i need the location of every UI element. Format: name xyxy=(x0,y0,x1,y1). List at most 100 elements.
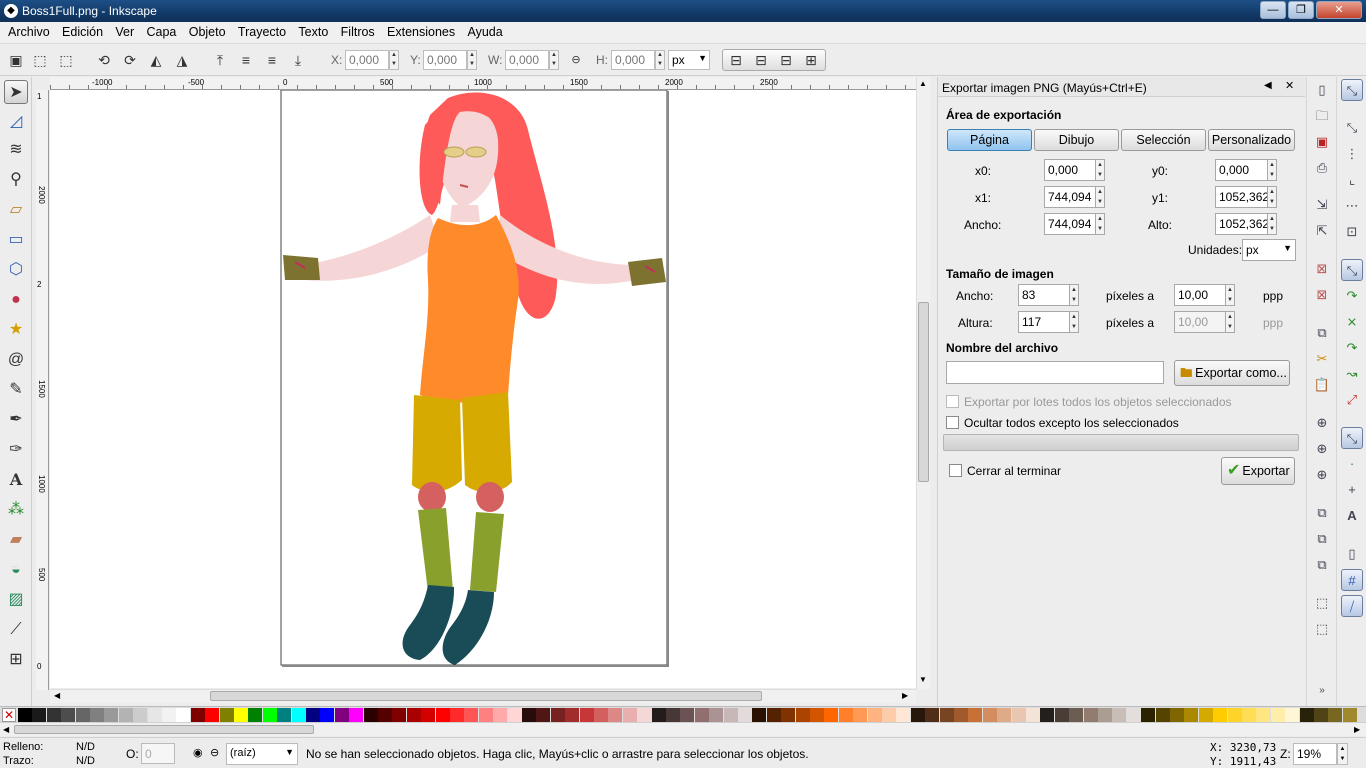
scroll-right-icon[interactable]: ▶ xyxy=(1354,725,1360,734)
menu-extensiones[interactable]: Extensiones xyxy=(387,22,455,39)
spiral-tool-icon[interactable]: @ xyxy=(4,348,28,372)
color-swatch[interactable] xyxy=(190,708,205,722)
rotate-cw-icon[interactable]: ⟳ xyxy=(120,50,140,70)
snap-text-baseline-icon[interactable]: A xyxy=(1341,505,1363,527)
color-swatch[interactable] xyxy=(968,708,983,722)
menu-edicion[interactable]: Edición xyxy=(62,22,103,39)
vertical-scrollbar[interactable]: ▲ ▼ xyxy=(916,77,930,689)
snap-rotation-center-icon[interactable]: + xyxy=(1341,479,1363,501)
area-width-input[interactable]: 744,094 xyxy=(1044,213,1096,235)
snap-bbox-corner-icon[interactable]: ⌞ xyxy=(1341,169,1363,191)
layer-lock-icon[interactable]: ⊖ xyxy=(210,746,219,759)
raise-icon[interactable]: ≡ xyxy=(236,50,256,70)
scale-stroke-icon[interactable]: ⊟ xyxy=(726,50,746,70)
select-all-layers-icon[interactable]: ⬚ xyxy=(30,50,50,70)
color-swatch[interactable] xyxy=(939,708,954,722)
export-button[interactable]: ✔ Exportar xyxy=(1221,457,1295,485)
save-icon[interactable]: ▣ xyxy=(1311,131,1333,153)
y0-input[interactable]: 0,000 xyxy=(1215,159,1268,181)
color-swatch[interactable] xyxy=(723,708,738,722)
lock-icon[interactable]: ⊖ xyxy=(566,50,586,70)
color-swatch[interactable] xyxy=(1328,708,1343,722)
ungroup-icon[interactable]: ⬚ xyxy=(1311,618,1333,640)
color-swatch[interactable] xyxy=(334,708,349,722)
color-swatch[interactable] xyxy=(1242,708,1256,722)
color-swatch[interactable] xyxy=(1011,708,1026,722)
clone-icon[interactable]: ⧉ xyxy=(1311,528,1333,550)
y1-spinner[interactable]: ▲ ▼ xyxy=(1267,186,1277,208)
color-swatch[interactable] xyxy=(651,708,666,722)
color-swatch[interactable] xyxy=(450,708,464,722)
move-patterns-icon[interactable]: ⊞ xyxy=(801,50,821,70)
palette-scrollbar[interactable]: ◀ ▶ xyxy=(0,722,1366,736)
copy-icon[interactable]: ⧉ xyxy=(1311,322,1333,344)
snap-grid-icon[interactable]: # xyxy=(1341,569,1363,591)
color-swatch[interactable] xyxy=(1170,708,1184,722)
snap-bbox-edge-icon[interactable]: ⋮ xyxy=(1341,143,1363,165)
paint-bucket-tool-icon[interactable]: ◒ xyxy=(4,558,28,582)
print-icon[interactable]: ⎙ xyxy=(1311,157,1333,179)
dpi-spinner[interactable]: ▲ ▼ xyxy=(1225,284,1235,306)
rotate-ccw-icon[interactable]: ⟲ xyxy=(94,50,114,70)
dpi-input[interactable]: 10,00 xyxy=(1174,284,1226,306)
unlink-clone-icon[interactable]: ⧉ xyxy=(1311,554,1333,576)
y1-input[interactable]: 1052,362 xyxy=(1215,186,1269,208)
color-swatch[interactable] xyxy=(522,708,536,722)
w-spinner[interactable]: ▲ ▼ xyxy=(549,50,559,70)
menu-objeto[interactable]: Objeto xyxy=(189,22,226,39)
snap-nodes-icon[interactable]: ⤡ xyxy=(1341,259,1363,281)
color-swatch[interactable] xyxy=(104,708,119,722)
filename-input[interactable] xyxy=(946,361,1164,384)
lower-to-bottom-icon[interactable]: ⤓ xyxy=(288,50,308,70)
canvas[interactable] xyxy=(50,90,916,688)
calligraphy-tool-icon[interactable]: ✑ xyxy=(4,438,28,462)
color-swatch[interactable] xyxy=(392,708,407,722)
new-document-icon[interactable]: ▯ xyxy=(1311,79,1333,101)
pen-tool-icon[interactable]: ✒ xyxy=(4,408,28,432)
snap-smooth-icon[interactable]: ↝ xyxy=(1341,363,1363,385)
color-swatch[interactable] xyxy=(637,708,652,722)
color-swatch[interactable] xyxy=(277,708,292,722)
color-swatch[interactable] xyxy=(493,708,508,722)
snap-bbox-center-icon[interactable]: ⊡ xyxy=(1341,221,1363,243)
color-swatch[interactable] xyxy=(435,708,450,722)
flip-vertical-icon[interactable]: ◮ xyxy=(172,50,192,70)
color-swatch[interactable] xyxy=(1126,708,1141,722)
image-height-input[interactable]: 117 xyxy=(1018,311,1070,333)
y0-spinner[interactable]: ▲ ▼ xyxy=(1267,159,1277,181)
menu-ayuda[interactable]: Ayuda xyxy=(467,22,502,39)
color-swatch[interactable] xyxy=(1198,708,1213,722)
zoom-drawing-icon[interactable]: ⊕ xyxy=(1311,438,1333,460)
color-swatch[interactable] xyxy=(1256,708,1271,722)
flip-horizontal-icon[interactable]: ◭ xyxy=(146,50,166,70)
h-input[interactable]: 0,000 xyxy=(611,50,655,70)
color-swatch[interactable] xyxy=(306,708,320,722)
color-swatch[interactable] xyxy=(536,708,551,722)
color-swatch[interactable] xyxy=(925,708,940,722)
color-swatch[interactable] xyxy=(1098,708,1112,722)
layer-visibility-icon[interactable]: ◉ xyxy=(193,746,203,759)
color-swatch[interactable] xyxy=(1184,708,1199,722)
snap-paths-icon[interactable]: ↷ xyxy=(1341,285,1363,307)
color-swatch[interactable] xyxy=(954,708,968,722)
menu-texto[interactable]: Texto xyxy=(298,22,328,39)
color-swatch[interactable] xyxy=(766,708,781,722)
scroll-up-icon[interactable]: ▲ xyxy=(919,79,927,88)
x-input[interactable]: 0,000 xyxy=(345,50,389,70)
snap-others-icon[interactable]: ⤡ xyxy=(1341,427,1363,449)
export-as-button[interactable]: 🖿 Exportar como... xyxy=(1174,360,1290,386)
color-swatch[interactable] xyxy=(464,708,479,722)
export-icon[interactable]: ⇱ xyxy=(1311,220,1333,242)
3d-box-tool-icon[interactable]: ⬡ xyxy=(4,258,28,282)
pencil-tool-icon[interactable]: ✎ xyxy=(4,378,28,402)
h-spinner[interactable]: ▲ ▼ xyxy=(655,50,665,70)
color-swatch[interactable] xyxy=(1026,708,1040,722)
color-swatch[interactable] xyxy=(565,708,580,722)
scroll-down-icon[interactable]: ▼ xyxy=(919,675,927,684)
color-swatch[interactable] xyxy=(75,708,90,722)
color-swatch[interactable] xyxy=(622,708,637,722)
open-icon[interactable]: 🗀 xyxy=(1311,105,1333,127)
color-swatch[interactable] xyxy=(680,708,695,722)
connector-tool-icon[interactable]: ⊞ xyxy=(4,648,28,672)
area-height-input[interactable]: 1052,362 xyxy=(1215,213,1269,235)
